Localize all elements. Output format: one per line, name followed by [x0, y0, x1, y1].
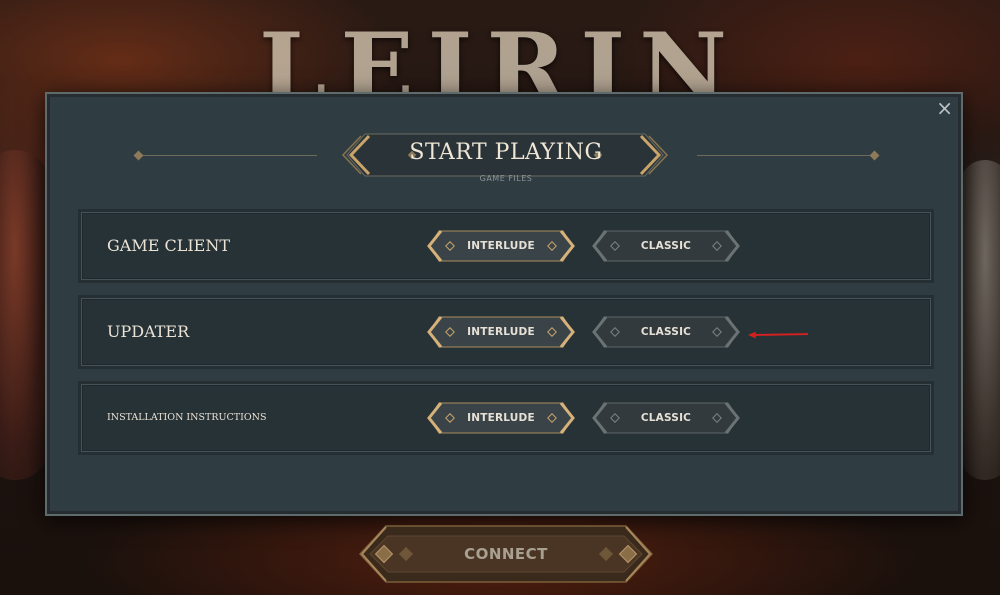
button-label: CLASSIC — [640, 326, 692, 338]
game-client-classic-button[interactable]: CLASSIC — [590, 229, 742, 263]
instructions-classic-button[interactable]: CLASSIC — [590, 401, 742, 435]
instructions-interlude-button[interactable]: INTERLUDE — [425, 401, 577, 435]
close-icon[interactable]: × — [936, 96, 953, 120]
row-installation-instructions: INSTALLATION INSTRUCTIONS INTERLUDE CLAS… — [81, 384, 931, 452]
row-game-client: GAME CLIENT INTERLUDE CLASSIC — [81, 212, 931, 280]
button-label: INTERLUDE — [467, 412, 535, 424]
arrow-annotation — [748, 331, 809, 339]
row-label: INSTALLATION INSTRUCTIONS — [107, 412, 267, 423]
character-art-left — [0, 150, 50, 480]
button-label: CLASSIC — [640, 240, 692, 252]
button-label: INTERLUDE — [467, 240, 535, 252]
character-art-right — [960, 160, 1000, 480]
game-client-interlude-button[interactable]: INTERLUDE — [425, 229, 577, 263]
row-label: UPDATER — [107, 322, 190, 341]
start-playing-modal: × START PLAYING GAME FILES GAME CLIENT I… — [45, 92, 963, 516]
modal-subtitle: GAME FILES — [479, 174, 533, 183]
modal-title: START PLAYING — [409, 140, 603, 165]
connect-label: CONNECT — [464, 545, 548, 563]
row-label: GAME CLIENT — [107, 236, 231, 255]
button-label: INTERLUDE — [467, 326, 535, 338]
connect-button[interactable]: CONNECT — [356, 524, 656, 584]
updater-interlude-button[interactable]: INTERLUDE — [425, 315, 577, 349]
button-label: CLASSIC — [640, 412, 692, 424]
updater-classic-button[interactable]: CLASSIC — [590, 315, 742, 349]
